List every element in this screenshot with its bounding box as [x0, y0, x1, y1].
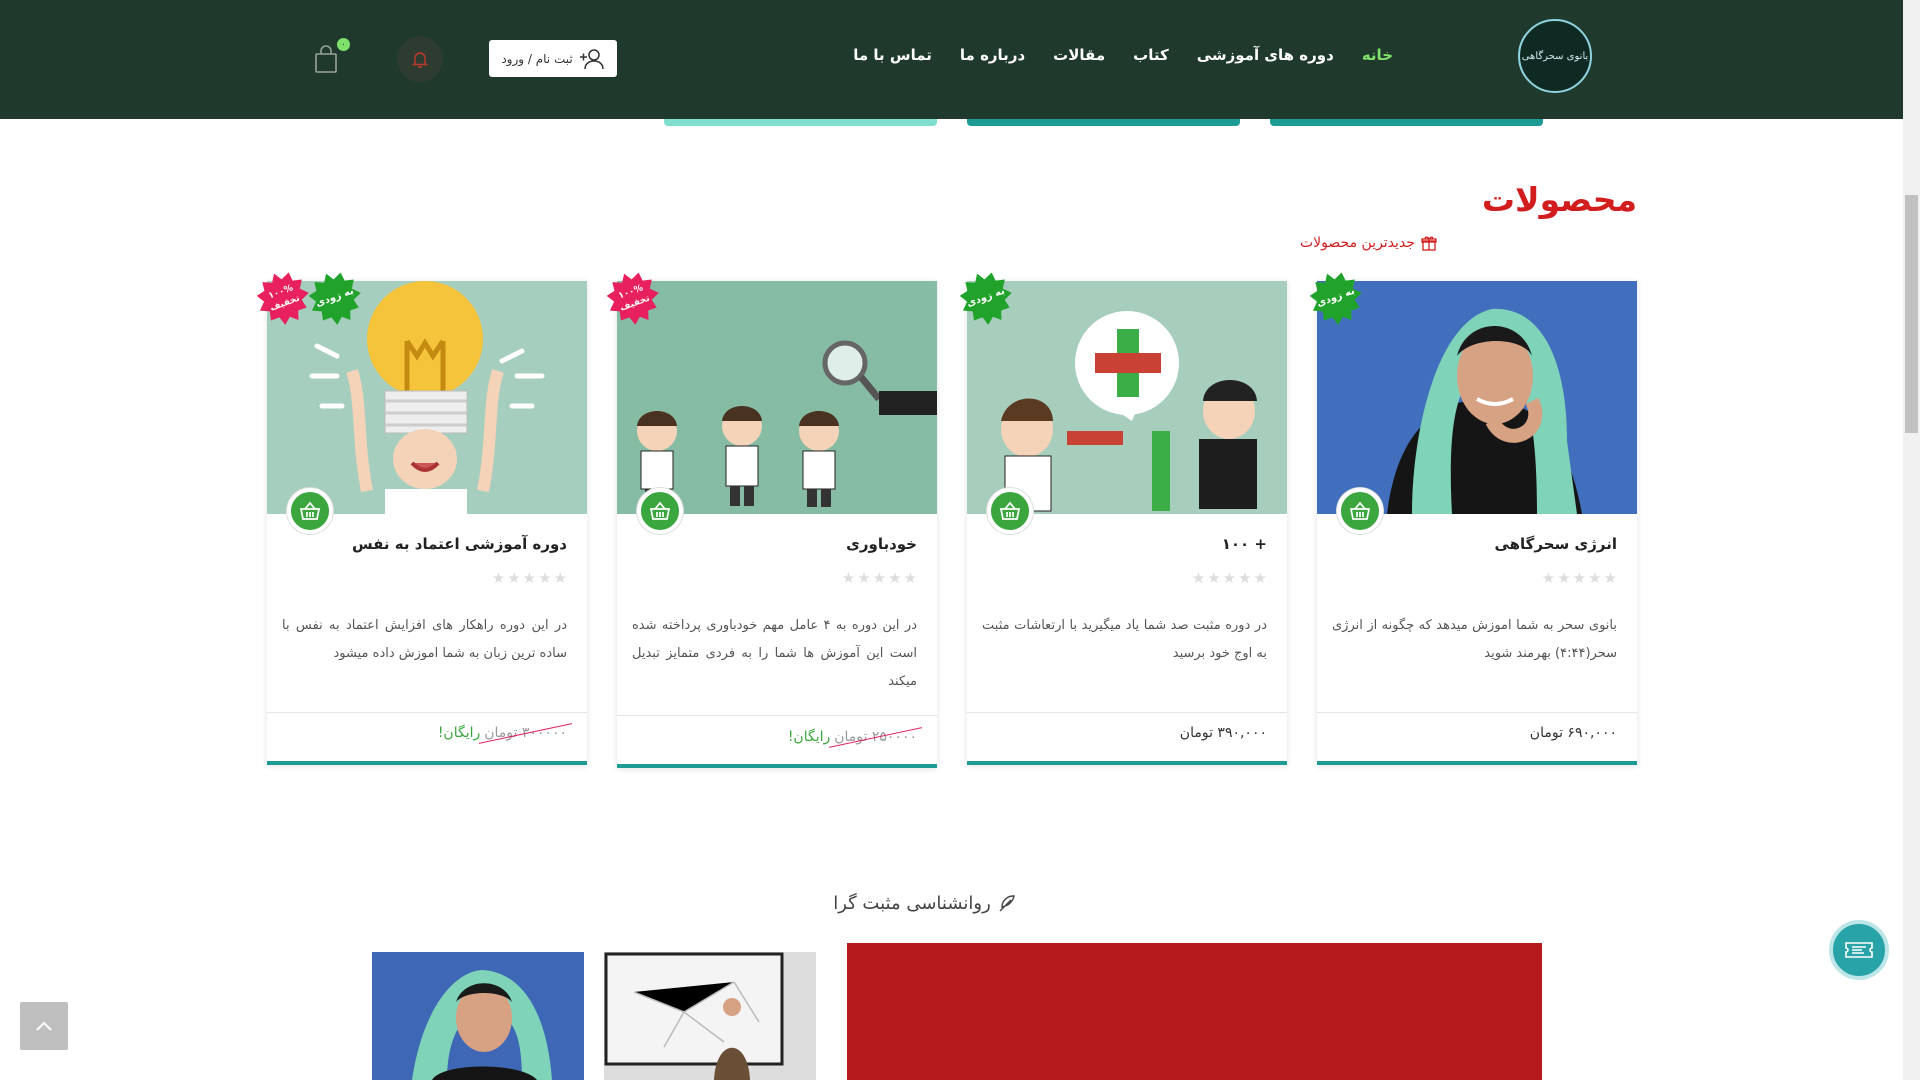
products-subtitle: جدیدترین محصولات [1300, 235, 1637, 251]
basket-icon [649, 501, 671, 520]
add-to-cart-button[interactable] [987, 488, 1033, 534]
cart-icon[interactable] [313, 44, 339, 74]
product-card[interactable]: + ۱۰۰ ★ ★ ★ ★ ★ در دوره مثبت صد شما یاد میگی… [967, 281, 1287, 765]
free-label: رایگان! [437, 725, 481, 741]
basket-icon [1349, 501, 1371, 520]
nav-contact[interactable]: تماس با ما [853, 46, 932, 64]
gift-icon [1421, 236, 1437, 251]
divider [617, 715, 937, 716]
product-card[interactable]: خودباوری ★ ★ ★ ★ ★ در این دوره به ۴ عامل مهم… [617, 281, 937, 768]
divider [1317, 712, 1637, 713]
scroll-to-top-button[interactable] [20, 1002, 68, 1050]
price-value: ۶۹۰,۰۰۰ تومان [1529, 725, 1617, 741]
product-description: در این دوره به ۴ عامل مهم خودباوری پرداخ… [632, 618, 917, 689]
rating-stars: ★ ★ ★ ★ ★ [841, 569, 917, 587]
product-card[interactable]: انرژی سحرگاهی ★ ★ ★ ★ ★ بانوی سحر به شما امو… [1317, 281, 1637, 765]
page: بانوی سحرگاهی خانه دوره های آموزشی کتاب … [0, 0, 1920, 1080]
basket-icon [299, 501, 321, 520]
feather-pen-icon [999, 894, 1015, 911]
positive-psychology-heading: روانشناسی مثبت گرا [800, 893, 1050, 914]
divider [967, 712, 1287, 713]
products-subtitle-text: جدیدترین محصولات [1300, 235, 1415, 251]
product-price: ۳۹۰,۰۰۰ تومان [1180, 725, 1267, 741]
old-price: ۳۰۰۰۰۰ تومان [484, 725, 567, 741]
section2-title-text: روانشناسی مثبت گرا [833, 893, 991, 914]
page-scrollbar[interactable] [1903, 0, 1920, 1080]
rating-stars: ★ ★ ★ ★ ★ [1541, 569, 1617, 587]
login-button[interactable]: ثبت نام / ورود [489, 40, 617, 77]
site-logo[interactable]: بانوی سحرگاهی [1518, 19, 1592, 93]
divider [267, 712, 587, 713]
nav-home[interactable]: خانه [1362, 46, 1393, 64]
product-title[interactable]: + ۱۰۰ [1222, 535, 1267, 553]
rating-stars: ★ ★ ★ ★ ★ [1191, 569, 1267, 587]
product-price: ۳۰۰۰۰۰ تومان رایگان! [438, 725, 567, 741]
notifications-button[interactable] [397, 36, 443, 82]
product-description: بانوی سحر به شما اموزش میدهد که چگونه از… [1332, 618, 1617, 661]
product-description: در دوره مثبت صد شما یاد میگیرید با ارتعا… [982, 618, 1267, 661]
support-chat-button[interactable] [1829, 920, 1889, 980]
logo-text: بانوی سحرگاهی [1521, 50, 1589, 62]
product-title[interactable]: دوره آموزشی اعتماد به نفس [352, 535, 567, 553]
old-price: ۲۵۰۰۰۰ تومان [834, 729, 917, 745]
products-title: محصولات [1481, 180, 1637, 219]
basket-icon [999, 501, 1021, 520]
product-title[interactable]: خودباوری [846, 535, 917, 553]
main-nav: خانه دوره های آموزشی کتاب مقالات درباره … [853, 46, 1393, 64]
product-image[interactable] [967, 281, 1287, 514]
product-price: ۶۹۰,۰۰۰ تومان [1530, 725, 1617, 741]
rating-stars: ★ ★ ★ ★ ★ [491, 569, 567, 587]
nav-courses[interactable]: دوره های آموزشی [1197, 46, 1334, 64]
add-to-cart-button[interactable] [1337, 488, 1383, 534]
product-title[interactable]: انرژی سحرگاهی [1494, 535, 1617, 553]
bell-icon [411, 52, 429, 68]
nav-about[interactable]: درباره ما [960, 46, 1025, 64]
product-image[interactable] [617, 281, 937, 514]
product-description: در این دوره راهکار های افزایش اعتماد به … [282, 618, 567, 661]
product-price: ۲۵۰۰۰۰ تومان رایگان! [788, 729, 917, 745]
cart-count-badge: ۰ [337, 38, 350, 51]
nav-books[interactable]: کتاب [1133, 46, 1169, 64]
free-label: رایگان! [787, 729, 831, 745]
login-label: ثبت نام / ورود [501, 51, 573, 66]
user-plus-icon [579, 48, 604, 69]
chevron-up-icon [36, 1021, 52, 1031]
scrollbar-thumb[interactable] [1905, 195, 1918, 433]
nav-articles[interactable]: مقالات [1053, 46, 1105, 64]
gallery-thumbnail[interactable] [372, 952, 584, 1080]
add-to-cart-button[interactable] [637, 488, 683, 534]
ticket-icon [1845, 942, 1873, 958]
video-player[interactable] [847, 943, 1542, 1080]
site-header: بانوی سحرگاهی خانه دوره های آموزشی کتاب … [0, 0, 1903, 119]
price-value: ۳۹۰,۰۰۰ تومان [1179, 725, 1267, 741]
add-to-cart-button[interactable] [287, 488, 333, 534]
product-card[interactable]: دوره آموزشی اعتماد به نفس ★ ★ ★ ★ ★ در این د… [267, 281, 587, 765]
gallery-thumbnail[interactable] [604, 952, 816, 1080]
product-image[interactable] [1317, 281, 1637, 514]
